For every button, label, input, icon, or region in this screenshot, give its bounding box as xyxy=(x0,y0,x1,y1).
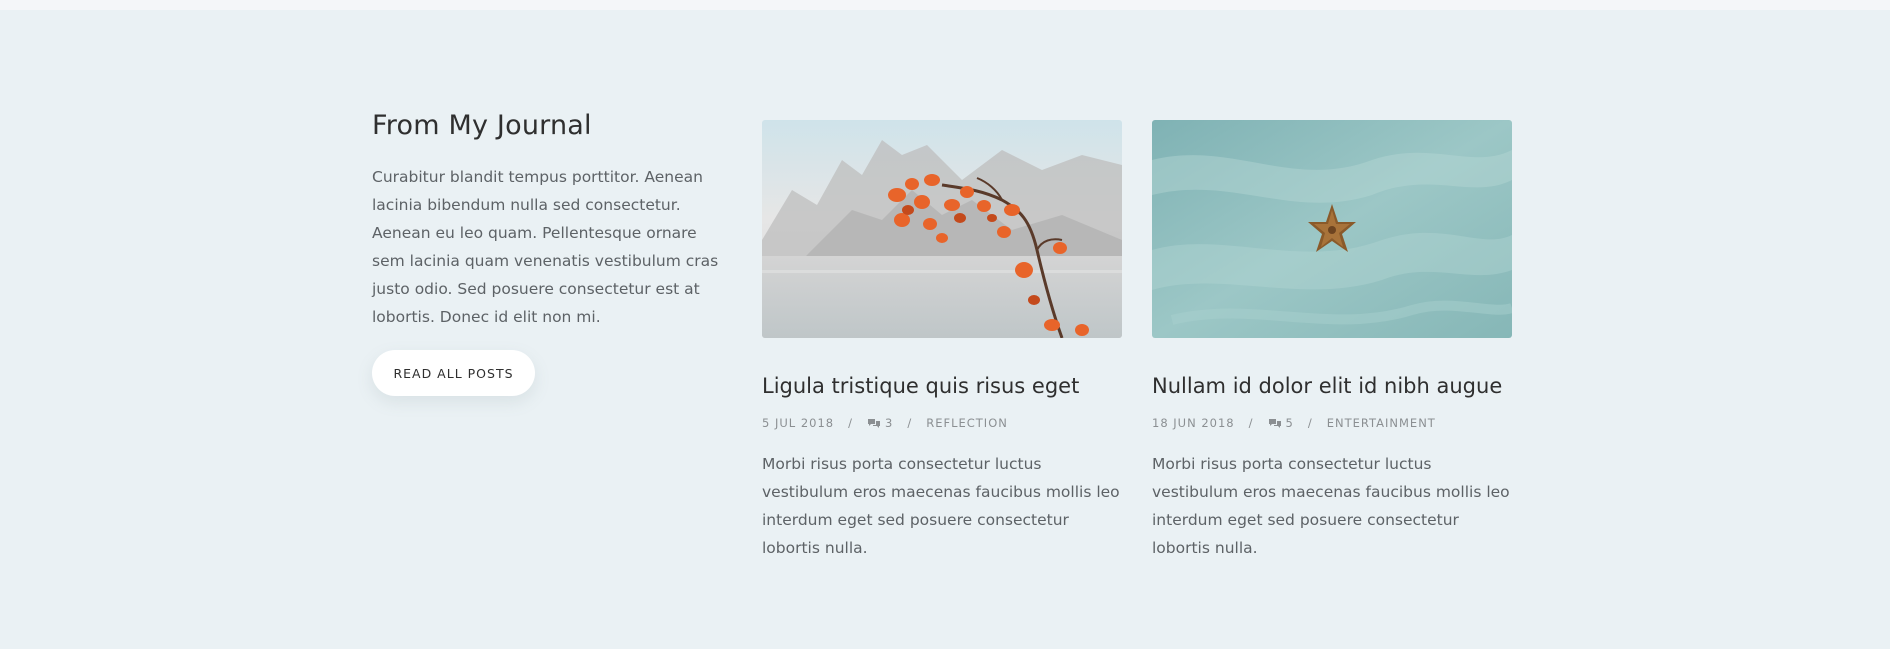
journal-intro: From My Journal Curabitur blandit tempus… xyxy=(372,110,732,331)
post-image-starfish[interactable] xyxy=(1152,120,1512,338)
post-date: 18 JUN 2018 xyxy=(1152,416,1235,430)
comment-count: 5 xyxy=(1285,416,1294,430)
post-meta: 18 JUN 2018 / 5 / ENTERTAINMENT xyxy=(1152,416,1512,430)
section-title: From My Journal xyxy=(372,110,592,141)
post-excerpt: Morbi risus porta consectetur luctus ves… xyxy=(1152,455,1510,557)
post-comments[interactable]: 5 xyxy=(1268,416,1294,430)
post-image-autumn-branch[interactable] xyxy=(762,120,1122,338)
autumn-branch-illustration xyxy=(762,120,1122,338)
meta-separator: / xyxy=(1307,416,1313,430)
post-title[interactable]: Ligula tristique quis risus eget xyxy=(762,374,1122,398)
post-date: 5 JUL 2018 xyxy=(762,416,835,430)
comment-count: 3 xyxy=(885,416,894,430)
post-meta: 5 JUL 2018 / 3 / REFLECTION xyxy=(762,416,1122,430)
starfish-illustration xyxy=(1152,120,1512,338)
comments-icon xyxy=(1268,418,1281,428)
post-category[interactable]: REFLECTION xyxy=(926,416,1008,430)
comments-icon xyxy=(868,418,880,428)
section-description: Curabitur blandit tempus porttitor. Aene… xyxy=(372,168,719,326)
post-comments[interactable]: 3 xyxy=(867,416,893,430)
meta-separator: / xyxy=(907,416,913,430)
read-all-posts-button[interactable]: READ ALL POSTS xyxy=(372,350,535,396)
post-card: Ligula tristique quis risus eget 5 JUL 2… xyxy=(762,120,1122,562)
post-category[interactable]: ENTERTAINMENT xyxy=(1327,416,1436,430)
post-title[interactable]: Nullam id dolor elit id nibh augue xyxy=(1152,374,1512,398)
meta-separator: / xyxy=(1248,416,1254,430)
post-excerpt: Morbi risus porta consectetur luctus ves… xyxy=(762,455,1120,557)
journal-section: From My Journal Curabitur blandit tempus… xyxy=(0,10,1890,649)
post-card: Nullam id dolor elit id nibh augue 18 JU… xyxy=(1152,120,1512,562)
meta-separator: / xyxy=(848,416,853,430)
top-strip xyxy=(0,0,1890,10)
